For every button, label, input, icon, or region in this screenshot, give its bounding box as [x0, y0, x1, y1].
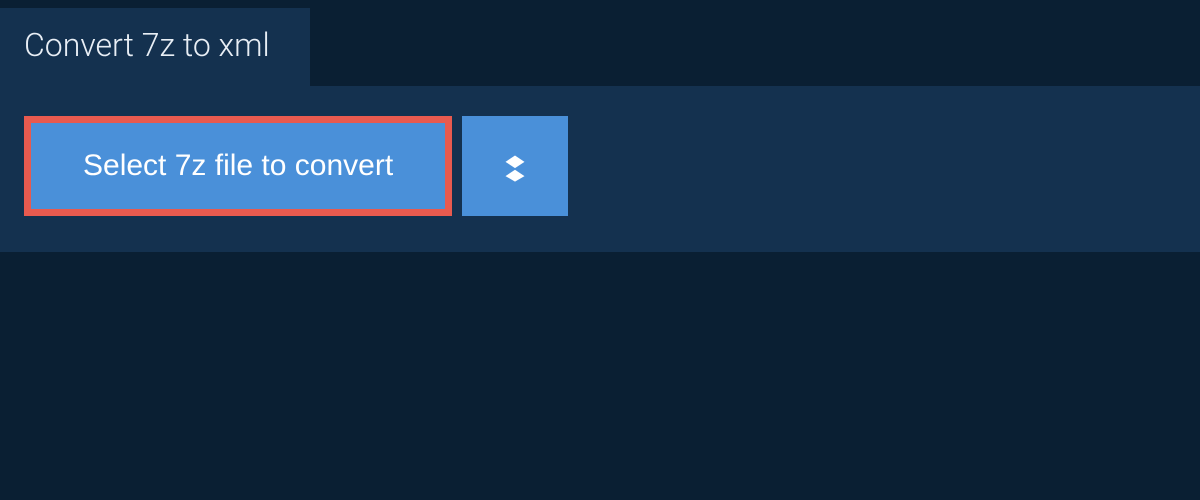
button-row: Select 7z file to convert	[24, 116, 1176, 216]
tab-label: Convert 7z to xml	[24, 26, 270, 64]
select-file-button[interactable]: Select 7z file to convert	[24, 116, 452, 216]
select-file-label: Select 7z file to convert	[83, 151, 393, 181]
dropbox-button[interactable]	[462, 116, 568, 216]
tab-convert[interactable]: Convert 7z to xml	[0, 8, 310, 86]
dropbox-icon	[496, 146, 534, 187]
conversion-panel: Select 7z file to convert	[0, 86, 1200, 252]
tab-bar: Convert 7z to xml	[0, 0, 1200, 86]
